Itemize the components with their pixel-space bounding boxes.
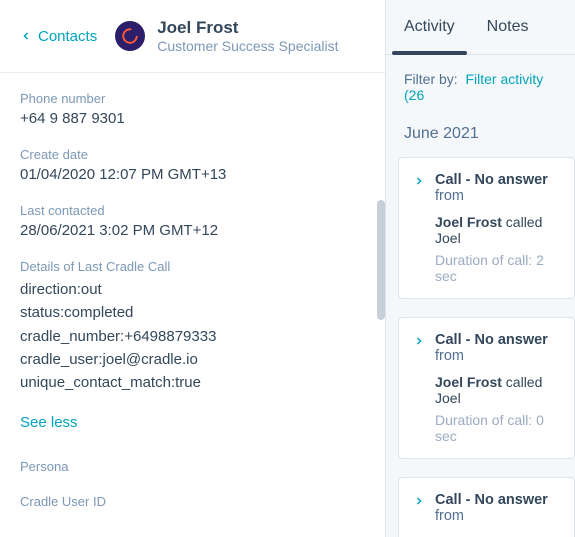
activity-card-caller: Joel Frost called Joel bbox=[435, 214, 560, 246]
timeline-month: June 2021 bbox=[386, 119, 575, 157]
back-to-contacts[interactable]: Contacts bbox=[20, 28, 97, 45]
activity-card-duration: Duration of call: 2 sec bbox=[435, 252, 560, 284]
scrollbar-thumb[interactable] bbox=[377, 200, 385, 320]
last-cradle-call-line: cradle_user:joel@cradle.io bbox=[20, 348, 365, 371]
activity-card-title: Call - No answer from bbox=[435, 492, 560, 524]
contact-title: Customer Success Specialist bbox=[157, 38, 338, 54]
activity-card[interactable]: Call - No answer from Joel Frost called … bbox=[398, 477, 575, 537]
create-date-label: Create date bbox=[20, 147, 365, 162]
chevron-left-icon bbox=[20, 30, 32, 42]
see-less-toggle[interactable]: See less bbox=[20, 414, 365, 431]
persona-label: Persona bbox=[20, 459, 365, 474]
activity-card[interactable]: Call - No answer from Joel Frost called … bbox=[398, 157, 575, 299]
filter-label: Filter by: bbox=[404, 71, 458, 87]
last-cradle-call-line: cradle_number:+6498879333 bbox=[20, 325, 365, 348]
left-pane-scrollbar[interactable] bbox=[377, 200, 385, 320]
activity-card[interactable]: Call - No answer from Joel Frost called … bbox=[398, 317, 575, 459]
activity-card-caller: Joel Frost called Joel bbox=[435, 374, 560, 406]
tab-notes[interactable]: Notes bbox=[487, 18, 529, 54]
last-cradle-call-line: status:completed bbox=[20, 301, 365, 324]
avatar bbox=[115, 21, 145, 51]
back-label: Contacts bbox=[38, 28, 97, 45]
activity-card-title: Call - No answer from bbox=[435, 332, 560, 364]
cradle-user-id-label: Cradle User ID bbox=[20, 494, 365, 509]
activity-card-duration: Duration of call: 0 sec bbox=[435, 412, 560, 444]
create-date-value: 01/04/2020 12:07 PM GMT+13 bbox=[20, 166, 365, 183]
tab-activity[interactable]: Activity bbox=[404, 18, 455, 54]
filter-row: Filter by: Filter activity (26 bbox=[386, 55, 575, 119]
phone-label: Phone number bbox=[20, 91, 365, 106]
last-cradle-call-line: unique_contact_match:true bbox=[20, 371, 365, 394]
last-contacted-value: 28/06/2021 3:02 PM GMT+12 bbox=[20, 222, 365, 239]
last-cradle-call-label: Details of Last Cradle Call bbox=[20, 259, 365, 274]
chevron-right-icon bbox=[413, 495, 425, 507]
contact-name: Joel Frost bbox=[157, 18, 338, 38]
activity-card-title: Call - No answer from bbox=[435, 172, 560, 204]
contact-fields: Phone number +64 9 887 9301 Create date … bbox=[0, 73, 385, 533]
last-cradle-call-value: direction:outstatus:completedcradle_numb… bbox=[20, 278, 365, 394]
last-contacted-label: Last contacted bbox=[20, 203, 365, 218]
chevron-right-icon bbox=[413, 175, 425, 187]
cradle-logo-icon bbox=[121, 27, 139, 45]
last-cradle-call-line: direction:out bbox=[20, 278, 365, 301]
chevron-right-icon bbox=[413, 335, 425, 347]
tabs: Activity Notes bbox=[386, 0, 575, 55]
phone-value[interactable]: +64 9 887 9301 bbox=[20, 110, 365, 127]
